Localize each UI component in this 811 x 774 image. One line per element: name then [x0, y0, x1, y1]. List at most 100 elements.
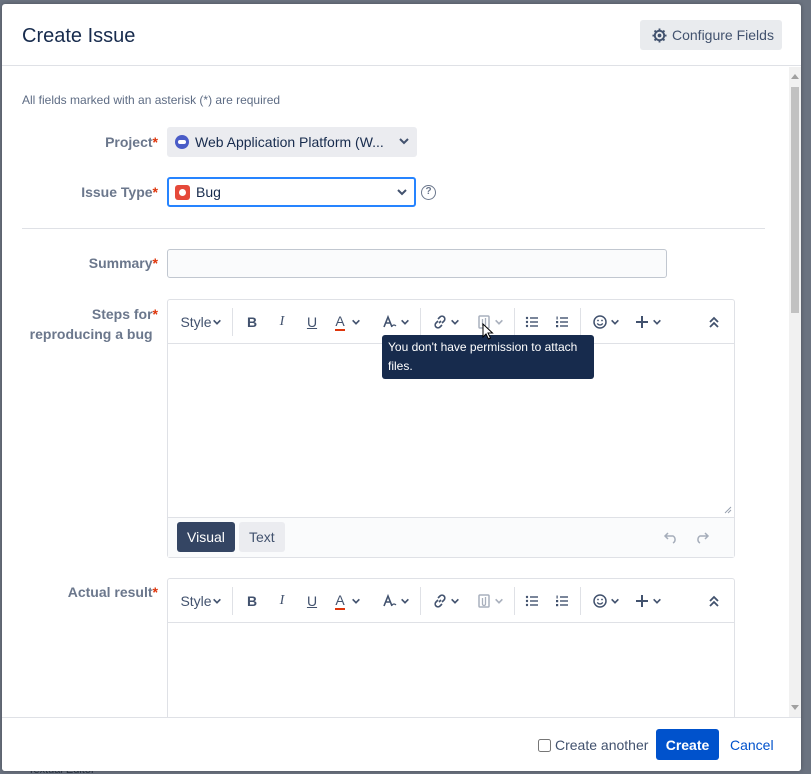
numbered-list-icon	[556, 595, 568, 607]
paperclip-icon	[478, 594, 490, 608]
underline-button[interactable]: U	[302, 589, 322, 613]
chevron-down-icon	[653, 598, 661, 604]
project-select-value: Web Application Platform (W...	[195, 134, 384, 150]
chevron-down-icon	[212, 598, 221, 604]
issue-type-select[interactable]: Bug	[167, 177, 416, 207]
bold-button[interactable]: B	[242, 310, 262, 334]
collapse-toolbar-button[interactable]	[704, 589, 724, 613]
steps-label-line1: Steps for	[91, 306, 153, 322]
text-color-button[interactable]: A	[330, 589, 366, 613]
actual-result-label: Actual result*	[2, 582, 158, 602]
text-formatting-button[interactable]	[378, 310, 414, 334]
bullet-list-button[interactable]	[522, 310, 542, 334]
double-chevron-up-icon	[709, 595, 719, 607]
create-another-label: Create another	[555, 737, 649, 753]
actual-result-editor-content[interactable]	[168, 624, 734, 717]
section-divider	[22, 228, 765, 229]
chevron-down-icon	[495, 598, 503, 604]
chevron-down-icon	[653, 319, 661, 325]
chevron-down-icon	[611, 319, 619, 325]
text-color-button[interactable]: A	[330, 310, 366, 334]
help-icon[interactable]: ?	[421, 185, 436, 200]
bold-button[interactable]: B	[242, 589, 262, 613]
emoji-icon	[593, 594, 607, 608]
summary-input[interactable]	[167, 249, 667, 278]
style-label: Style	[180, 314, 212, 330]
create-another-checkbox[interactable]	[538, 738, 551, 752]
required-asterisk: *	[152, 255, 158, 271]
summary-label: Summary*	[2, 253, 158, 273]
issue-type-label: Issue Type*	[2, 182, 158, 202]
chevron-down-icon	[212, 319, 221, 325]
cancel-link[interactable]: Cancel	[730, 737, 774, 753]
link-icon	[434, 315, 446, 329]
undo-icon[interactable]	[663, 530, 679, 544]
dialog-header: Create Issue Configure Fields	[2, 4, 801, 66]
style-label: Style	[180, 593, 212, 609]
text-mode-button[interactable]: Text	[239, 522, 285, 552]
create-button[interactable]: Create	[656, 729, 719, 760]
underline-button[interactable]: U	[302, 310, 322, 334]
toolbar-separator	[232, 587, 233, 615]
link-button[interactable]	[428, 589, 464, 613]
redo-icon[interactable]	[694, 530, 710, 544]
toolbar-separator	[232, 308, 233, 336]
toolbar-separator	[514, 308, 515, 336]
attachment-permission-tooltip: You don't have permission to attach file…	[382, 335, 594, 379]
scroll-down-arrow-icon[interactable]	[791, 705, 799, 711]
attachment-button[interactable]	[472, 589, 508, 613]
editor-mode-bar: Visual Text	[168, 517, 734, 557]
dialog-title: Create Issue	[22, 25, 136, 47]
text-formatting-button[interactable]	[378, 589, 414, 613]
actual-result-label-text: Actual result	[67, 584, 153, 600]
emoji-button[interactable]	[588, 589, 624, 613]
chevron-down-icon	[397, 189, 407, 196]
bullet-list-icon	[525, 316, 538, 328]
emoji-icon	[593, 315, 607, 329]
text-style-icon	[383, 314, 397, 328]
resize-handle-icon[interactable]	[724, 506, 732, 514]
double-chevron-up-icon	[709, 316, 719, 328]
emoji-button[interactable]	[588, 310, 624, 334]
insert-more-button[interactable]	[632, 589, 664, 613]
chevron-down-icon	[451, 598, 459, 604]
chevron-down-icon	[401, 598, 409, 604]
numbered-list-button[interactable]	[552, 589, 572, 613]
style-dropdown[interactable]: Style	[178, 310, 224, 334]
chevron-down-icon	[451, 319, 459, 325]
configure-fields-button[interactable]: Configure Fields	[640, 20, 782, 50]
link-button[interactable]	[428, 310, 464, 334]
numbered-list-button[interactable]	[552, 310, 572, 334]
style-dropdown[interactable]: Style	[178, 589, 224, 613]
scroll-up-arrow-icon[interactable]	[791, 73, 799, 79]
actual-result-editor: Style B I U A	[167, 578, 735, 717]
project-avatar-icon	[175, 135, 189, 149]
toolbar-separator	[420, 308, 421, 336]
visual-mode-button[interactable]: Visual	[177, 522, 235, 552]
scrollbar-thumb[interactable]	[791, 87, 799, 313]
toolbar-separator	[580, 587, 581, 615]
collapse-toolbar-button[interactable]	[704, 310, 724, 334]
issue-type-select-value: Bug	[196, 184, 221, 200]
insert-more-button[interactable]	[632, 310, 664, 334]
chevron-down-icon	[611, 598, 619, 604]
italic-button[interactable]: I	[272, 310, 292, 334]
dialog-body: All fields marked with an asterisk (*) a…	[2, 67, 789, 717]
toolbar-separator	[514, 587, 515, 615]
italic-button[interactable]: I	[272, 589, 292, 613]
plus-icon	[636, 316, 648, 328]
text-style-icon	[383, 593, 397, 607]
create-another-option[interactable]: Create another	[538, 737, 648, 753]
dialog-footer: Create another Create Cancel	[2, 717, 801, 771]
dialog-scrollbar[interactable]	[789, 67, 801, 717]
steps-label: Steps for* reproducing a bug*	[2, 304, 158, 344]
project-select[interactable]: Web Application Platform (W...	[167, 127, 417, 157]
mouse-pointer-icon	[482, 323, 494, 340]
numbered-list-icon	[556, 316, 568, 328]
link-icon	[434, 594, 446, 608]
create-issue-dialog: Create Issue Configure Fields All fields…	[2, 4, 801, 771]
bug-icon	[175, 184, 190, 200]
bullet-list-button[interactable]	[522, 589, 542, 613]
text-color-label: A	[335, 312, 345, 331]
bullet-list-icon	[525, 595, 538, 607]
